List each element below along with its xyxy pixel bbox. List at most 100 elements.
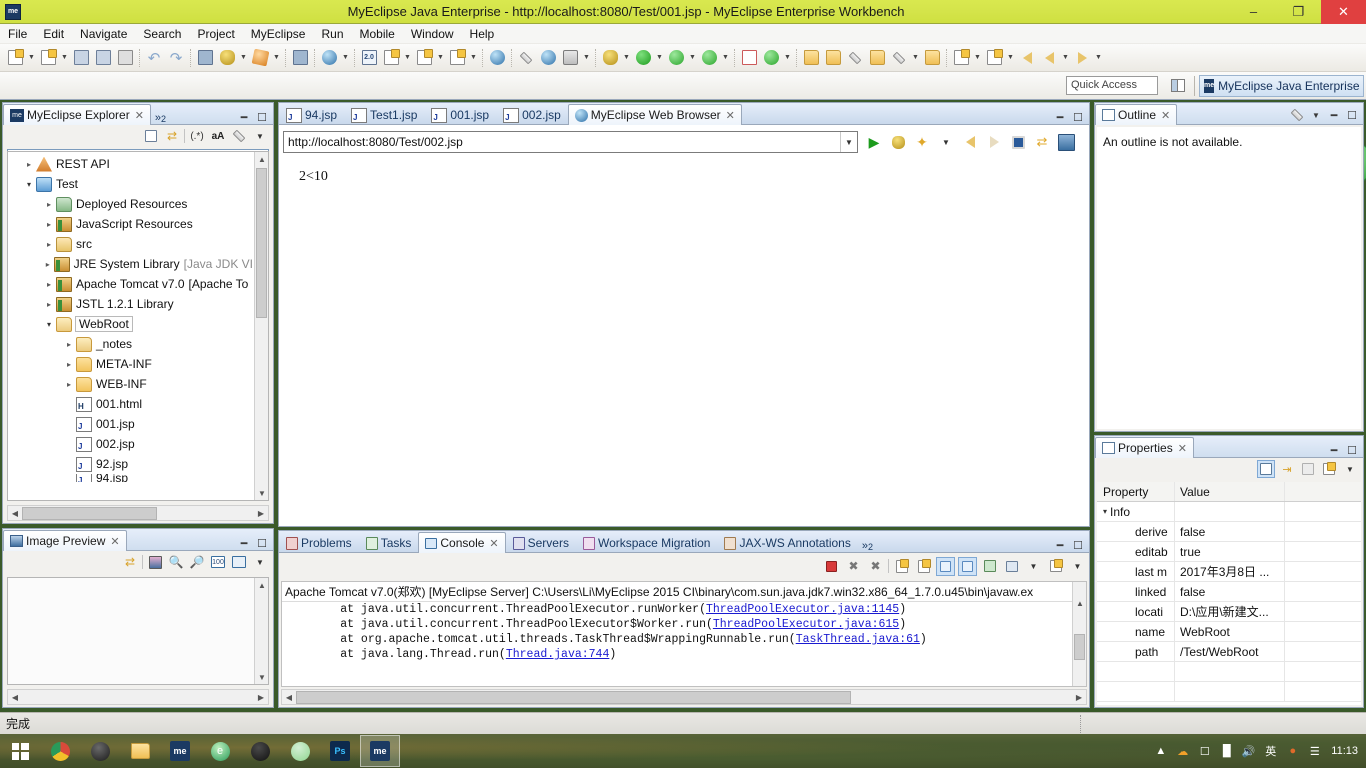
stack-trace-link[interactable]: ThreadPoolExecutor.java:615 — [713, 618, 899, 631]
run-icon[interactable] — [632, 47, 654, 69]
chevron-down-icon[interactable]: ▼ — [840, 132, 857, 152]
close-icon[interactable]: ✕ — [1161, 109, 1170, 122]
tab-tasks[interactable]: Tasks — [359, 532, 419, 553]
scroll-right-icon[interactable]: ▶ — [254, 509, 268, 518]
twisty-icon[interactable]: ▸ — [62, 380, 76, 389]
new-folder-icon[interactable] — [866, 47, 888, 69]
stop-icon[interactable] — [888, 132, 908, 152]
scroll-right-icon[interactable]: ▶ — [254, 693, 268, 702]
console-output[interactable]: Apache Tomcat v7.0(郑欢) [MyEclipse Server… — [281, 581, 1087, 687]
menu-item-edit[interactable]: Edit — [35, 25, 72, 43]
console-tab-overflow[interactable]: » 2 — [858, 540, 877, 552]
browser-page-content[interactable]: 2<10 — [281, 157, 1087, 524]
tab-properties[interactable]: Properties ✕ — [1095, 437, 1194, 458]
debug-icon[interactable] — [599, 47, 621, 69]
close-icon[interactable]: ✕ — [489, 537, 498, 550]
back-history-icon[interactable] — [1038, 47, 1060, 69]
maximize-icon[interactable]: ☐ — [254, 537, 270, 550]
maximize-icon[interactable]: ☐ — [1344, 444, 1360, 457]
chrome-icon[interactable] — [40, 735, 80, 767]
chevron-down-icon[interactable]: ▼ — [1093, 47, 1104, 69]
regex-filter-icon[interactable]: (.*) — [188, 127, 206, 145]
ie-icon[interactable]: e — [200, 735, 240, 767]
tab-myeclipse-explorer[interactable]: me MyEclipse Explorer ✕ — [3, 104, 151, 125]
home-icon[interactable] — [1008, 132, 1028, 152]
tree-item-001-html[interactable]: H 001.html — [8, 394, 253, 414]
bookmark-icon[interactable]: ✦ — [912, 132, 932, 152]
table-row[interactable]: path /Test/WebRoot — [1097, 642, 1361, 662]
maximize-icon[interactable]: ☐ — [254, 111, 270, 124]
browser-settings-icon[interactable] — [1056, 132, 1076, 152]
view-menu-icon[interactable]: ▼ — [251, 127, 269, 145]
refresh-icon[interactable]: ⇄ — [1032, 132, 1052, 152]
scroll-track[interactable] — [22, 691, 254, 704]
save-icon[interactable] — [70, 47, 92, 69]
remove-all-icon[interactable]: ✖ — [866, 557, 885, 576]
tab-console[interactable]: Console ✕ — [418, 532, 506, 553]
chevron-down-icon[interactable]: ▼ — [1068, 557, 1087, 576]
open-console-icon[interactable] — [1046, 557, 1065, 576]
open-resource-icon[interactable] — [822, 47, 844, 69]
chevron-down-icon[interactable]: ▼ — [59, 47, 70, 69]
tree-item-apache-tomcat[interactable]: ▸ Apache Tomcat v7.0 [Apache To — [8, 274, 253, 294]
search-icon[interactable] — [80, 735, 120, 767]
scroll-thumb[interactable] — [256, 168, 267, 318]
tree-item-meta-inf[interactable]: ▸ META-INF — [8, 354, 253, 374]
scroll-up-icon[interactable]: ▲ — [1073, 596, 1086, 610]
myeclipse-icon[interactable]: me — [160, 735, 200, 767]
tab-002-jsp[interactable]: J 002.jsp — [496, 104, 568, 125]
close-icon[interactable]: ✕ — [726, 109, 735, 122]
new-wizard-icon[interactable] — [37, 47, 59, 69]
snapshot-icon[interactable] — [559, 47, 581, 69]
customize-view-icon[interactable] — [230, 127, 248, 145]
perspective-switcher-myeclipse[interactable]: me MyEclipse Java Enterprise — [1199, 74, 1364, 97]
chevron-down-icon[interactable]: ▼ — [972, 47, 983, 69]
twisty-icon[interactable]: ▸ — [62, 360, 76, 369]
open-folder-icon[interactable] — [921, 47, 943, 69]
show-categories-icon[interactable] — [1257, 460, 1275, 478]
scroll-thumb[interactable] — [22, 506, 157, 520]
image-preview-canvas[interactable]: ▲ ▼ — [7, 577, 269, 685]
html5-icon[interactable]: 2.0 — [358, 47, 380, 69]
twisty-icon[interactable]: ▾ — [1103, 507, 1107, 516]
deploy-icon[interactable] — [194, 47, 216, 69]
prev-annotation-icon[interactable] — [983, 47, 1005, 69]
database-icon[interactable] — [289, 47, 311, 69]
chevron-down-icon[interactable]: ▼ — [468, 47, 479, 69]
tree-item-002-jsp[interactable]: J 002.jsp — [8, 434, 253, 454]
table-row[interactable]: editab true — [1097, 542, 1361, 562]
undo-icon[interactable]: ↶ — [143, 47, 165, 69]
chevron-down-icon[interactable]: ▼ — [435, 47, 446, 69]
chevron-down-icon[interactable]: ▼ — [402, 47, 413, 69]
close-icon[interactable]: ✕ — [1178, 442, 1187, 455]
restore-default-icon[interactable] — [1299, 460, 1317, 478]
scroll-left-icon[interactable]: ◀ — [282, 693, 296, 702]
display-selected-console-icon[interactable] — [1002, 557, 1021, 576]
menu-item-run[interactable]: Run — [313, 25, 351, 43]
tab-workspace-migration[interactable]: Workspace Migration — [576, 532, 718, 553]
scroll-thumb[interactable] — [296, 690, 851, 704]
twisty-icon[interactable]: ▸ — [42, 240, 56, 249]
menu-item-search[interactable]: Search — [135, 25, 189, 43]
action-center-icon[interactable]: ☰ — [1307, 744, 1322, 759]
back-icon[interactable] — [960, 132, 980, 152]
chevron-down-icon[interactable]: ▼ — [271, 47, 282, 69]
tab-image-preview[interactable]: Image Preview ✕ — [3, 530, 127, 551]
tree-item-001-jsp[interactable]: J 001.jsp — [8, 414, 253, 434]
myeclipse-icon[interactable] — [249, 47, 271, 69]
tab-001-jsp[interactable]: J 001.jsp — [424, 104, 496, 125]
new-file-icon[interactable] — [4, 47, 26, 69]
maximize-restore-button[interactable]: ❐ — [1276, 0, 1321, 24]
clear-console-icon[interactable] — [892, 557, 911, 576]
chevron-down-icon[interactable]: ▼ — [1024, 557, 1043, 576]
scroll-thumb[interactable] — [1074, 634, 1085, 660]
qq-icon[interactable] — [240, 735, 280, 767]
history-icon[interactable] — [537, 47, 559, 69]
explorer-tab-overflow[interactable]: » 2 — [151, 112, 170, 124]
case-sensitive-icon[interactable]: aA — [209, 127, 227, 145]
scroll-up-icon[interactable]: ▲ — [255, 152, 268, 166]
tree-item-92-jsp[interactable]: J 92.jsp — [8, 454, 253, 474]
menu-item-window[interactable]: Window — [403, 25, 462, 43]
cloud-icon[interactable]: ☁ — [1175, 744, 1190, 759]
tab-outline[interactable]: Outline ✕ — [1095, 104, 1178, 125]
